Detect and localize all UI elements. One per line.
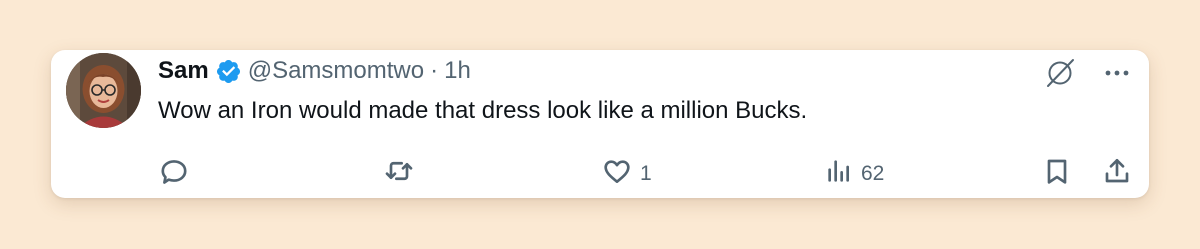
action-bar: 1 62 (51, 156, 1149, 192)
views-icon (823, 155, 855, 193)
author-handle[interactable]: @Samsmomtwo (248, 57, 424, 85)
more-icon[interactable] (1103, 59, 1131, 87)
like-button[interactable]: 1 (600, 156, 652, 192)
grok-icon[interactable] (1043, 56, 1077, 90)
share-icon (1101, 155, 1133, 193)
share-button[interactable] (1101, 156, 1133, 192)
like-icon (600, 155, 634, 193)
reply-button[interactable] (158, 156, 190, 192)
tweet-text: Wow an Iron would made that dress look l… (158, 97, 808, 124)
retweet-button[interactable] (382, 156, 416, 192)
separator-dot: · (430, 57, 439, 84)
tweet-card[interactable]: Sam @Samsmomtwo · 1h Wow an Iron would m (51, 50, 1149, 198)
bookmark-button[interactable] (1041, 156, 1073, 192)
retweet-icon (382, 155, 416, 193)
avatar[interactable] (66, 53, 141, 128)
reply-icon (158, 155, 190, 193)
views-count: 62 (861, 162, 885, 185)
views-button[interactable]: 62 (823, 156, 884, 192)
verified-badge-icon (215, 58, 242, 85)
bookmark-icon (1041, 155, 1073, 193)
tweet-header: Sam @Samsmomtwo · 1h (158, 56, 471, 86)
like-count: 1 (640, 162, 652, 185)
author-name[interactable]: Sam (158, 57, 209, 85)
timestamp[interactable]: 1h (444, 57, 471, 85)
